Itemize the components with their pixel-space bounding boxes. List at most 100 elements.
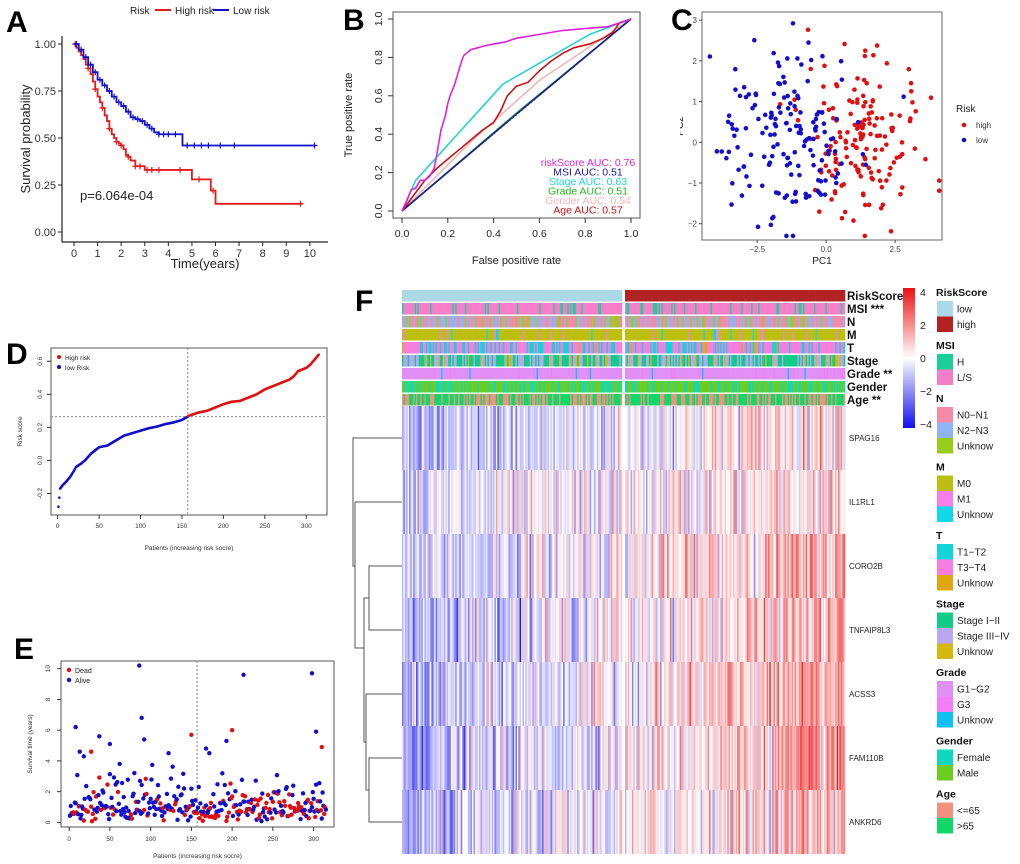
point-high xyxy=(839,183,844,188)
patient-point-alive xyxy=(212,804,217,809)
legend-key-low xyxy=(961,137,967,143)
point-low xyxy=(799,62,804,67)
track-label-riskscore: RiskScore xyxy=(847,291,903,303)
point-high xyxy=(866,202,872,208)
y-tick-label: 8 xyxy=(45,697,52,701)
point-high xyxy=(884,142,889,147)
patient-point-alive xyxy=(323,807,329,812)
x-tick-label: 150 xyxy=(177,523,188,530)
point-high xyxy=(888,165,893,171)
patient-point-alive xyxy=(230,813,236,819)
patient-point-dead xyxy=(318,808,324,813)
risk-point xyxy=(317,353,321,356)
point-low xyxy=(744,174,749,179)
patient-point-dead xyxy=(189,732,194,737)
patient-point-dead xyxy=(255,802,260,808)
point-low xyxy=(792,103,797,109)
annotation-cell xyxy=(620,303,623,315)
point-high xyxy=(837,130,843,135)
censor-mark xyxy=(184,142,191,149)
y-tick-label: 0 xyxy=(45,820,52,824)
annotation-cell xyxy=(843,381,846,393)
x-tick-label: 50 xyxy=(95,523,103,530)
point-low xyxy=(781,74,786,80)
annotation-cell xyxy=(620,381,623,393)
point-high xyxy=(860,192,866,198)
heatmap-cell xyxy=(620,406,623,470)
point-low xyxy=(743,94,749,100)
annotation-track-stage xyxy=(402,355,846,367)
point-low xyxy=(824,143,829,149)
point-high xyxy=(897,113,902,118)
point-high xyxy=(833,156,839,162)
point-high xyxy=(874,43,880,48)
x-tick-label: 2.5 xyxy=(890,245,902,254)
annotation-track-m xyxy=(402,329,846,341)
point-high xyxy=(870,98,876,103)
point-high xyxy=(852,87,857,92)
point-high xyxy=(869,175,874,181)
point-low xyxy=(821,121,827,126)
point-high xyxy=(858,131,863,136)
patient-point-alive xyxy=(75,772,80,778)
patient-point-alive xyxy=(264,817,270,822)
point-low xyxy=(766,162,772,168)
patient-point-alive xyxy=(241,672,246,678)
point-low xyxy=(839,77,845,82)
point-high xyxy=(830,105,836,111)
annotation-track-riskscore xyxy=(402,290,846,302)
x-tick-label: 0.2 xyxy=(440,228,455,240)
patient-point-alive xyxy=(225,791,231,796)
km-survival-chart: Risk High risk Low risk0.000.250.500.751.0… xyxy=(18,6,328,271)
patient-point-dead xyxy=(265,792,271,798)
annotation-track-msi xyxy=(402,303,846,315)
patient-point-alive xyxy=(77,749,82,754)
point-low xyxy=(804,137,810,142)
point-high xyxy=(923,156,928,162)
point-high xyxy=(874,133,880,139)
point-high xyxy=(844,154,850,160)
x-tick-label: 250 xyxy=(259,523,270,530)
point-high xyxy=(898,191,903,197)
patient-point-alive xyxy=(141,796,146,801)
patient-point-dead xyxy=(282,798,287,804)
patient-point-dead xyxy=(81,818,87,823)
censor-mark xyxy=(165,131,172,138)
point-low xyxy=(801,143,807,149)
patient-point-dead xyxy=(313,814,318,820)
patient-point-alive xyxy=(268,810,273,815)
patient-point-alive xyxy=(302,807,307,813)
patient-point-alive xyxy=(224,738,229,744)
censor-mark xyxy=(205,142,212,149)
y-tick-label: 0.0 xyxy=(373,204,385,219)
point-low xyxy=(732,133,737,139)
point-low xyxy=(771,91,777,97)
point-high xyxy=(842,209,848,215)
point-high xyxy=(884,61,890,66)
point-low xyxy=(769,153,775,159)
patient-point-alive xyxy=(234,803,239,808)
patient-point-dead xyxy=(128,812,134,817)
point-high xyxy=(821,100,827,106)
point-high xyxy=(862,99,868,105)
patient-point-alive xyxy=(260,791,265,796)
point-high xyxy=(850,142,856,148)
x-tick-label: 200 xyxy=(227,836,238,843)
patient-point-dead xyxy=(207,805,213,811)
point-low xyxy=(762,112,768,118)
row-label-spag16: SPAG16 xyxy=(849,434,880,443)
annotation-cell xyxy=(620,290,623,302)
patient-point-alive xyxy=(152,812,157,818)
x-tick-label: 1 xyxy=(95,248,101,260)
patient-point-alive xyxy=(309,805,315,810)
point-high xyxy=(848,160,854,166)
patient-point-dead xyxy=(305,797,311,802)
x-tick-label: 8 xyxy=(260,248,266,260)
patient-point-alive xyxy=(239,777,245,783)
patient-point-alive xyxy=(97,734,102,739)
point-low xyxy=(771,144,776,150)
y-tick-label: 4 xyxy=(45,759,52,763)
patient-point-alive xyxy=(291,783,296,788)
point-low xyxy=(726,113,732,119)
point-high xyxy=(899,140,905,145)
